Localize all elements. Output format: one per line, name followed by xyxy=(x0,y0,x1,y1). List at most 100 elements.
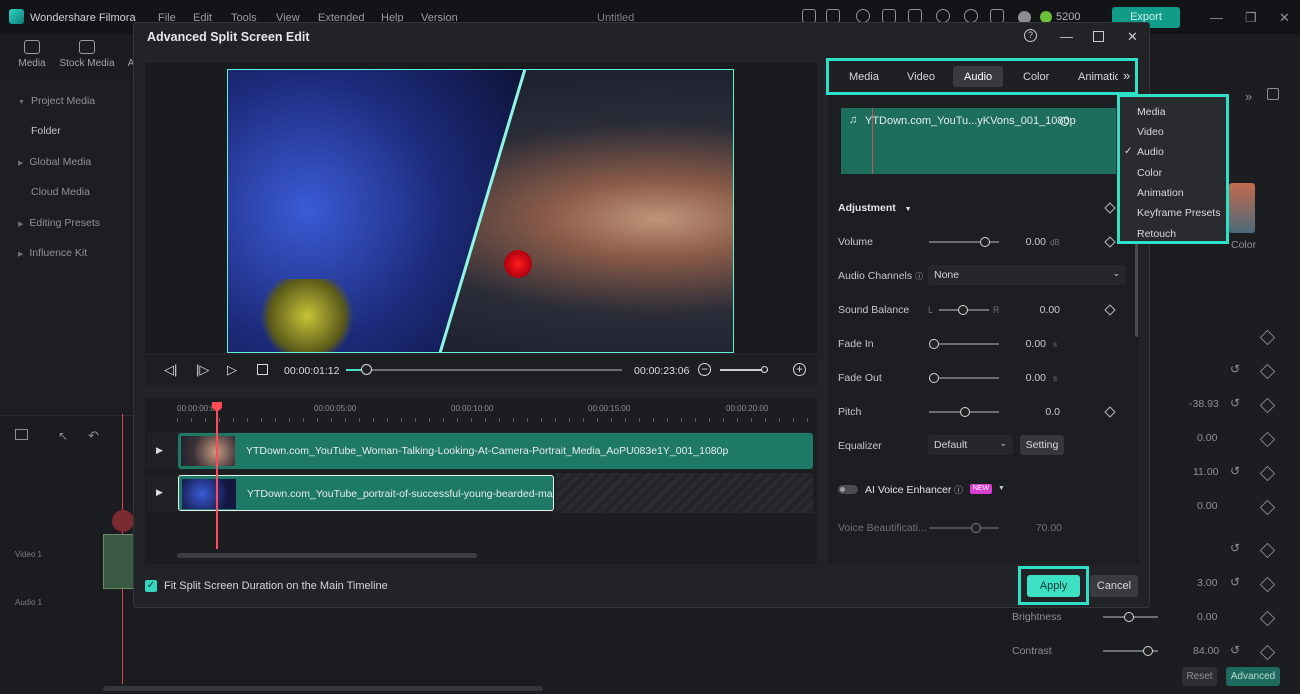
advanced-button[interactable]: Advanced xyxy=(1226,667,1280,686)
equalizer-setting-button[interactable]: Setting xyxy=(1020,435,1064,455)
fade-in-value[interactable]: 0.00 xyxy=(1006,338,1046,350)
track-2-play-icon[interactable]: ▶ xyxy=(156,487,163,498)
menu-item-media[interactable]: Media xyxy=(1137,106,1166,118)
reset-icon[interactable]: ↺ xyxy=(1230,643,1240,657)
fade-out-knob[interactable] xyxy=(929,373,939,383)
sidebar-item-editing-presets[interactable]: ▶ Editing Presets xyxy=(18,217,100,229)
fade-out-slider[interactable] xyxy=(929,377,999,379)
dialog-close-icon[interactable]: ✕ xyxy=(1127,29,1138,45)
sidebar-item-cloud-media[interactable]: Cloud Media xyxy=(31,186,90,198)
tab-animation[interactable]: Animatic xyxy=(1078,71,1118,83)
minimize-icon[interactable]: — xyxy=(1210,10,1223,25)
dialog-maximize-icon[interactable] xyxy=(1093,31,1104,42)
volume-value[interactable]: 0.00 xyxy=(1006,236,1046,248)
select-icon[interactable]: ↖ xyxy=(58,429,68,443)
sound-balance-knob[interactable] xyxy=(958,305,968,315)
monitor-icon[interactable] xyxy=(908,9,922,23)
tab-media[interactable]: Media xyxy=(849,71,879,83)
progress-track[interactable] xyxy=(346,369,622,371)
restore-icon[interactable]: ❐ xyxy=(1245,10,1257,26)
layout-icon[interactable] xyxy=(15,429,28,440)
tab-media[interactable]: Media xyxy=(7,40,57,69)
sidebar-item-folder[interactable]: Folder xyxy=(31,125,61,137)
fade-in-knob[interactable] xyxy=(929,339,939,349)
tab-color[interactable]: Color xyxy=(1023,71,1049,83)
more-tabs-icon[interactable]: » xyxy=(1123,68,1130,83)
menu-item-video[interactable]: Video xyxy=(1137,126,1164,138)
sound-balance-value[interactable]: 0.00 xyxy=(1020,304,1060,316)
progress-knob[interactable] xyxy=(361,364,372,375)
main-timeline-scrollbar[interactable] xyxy=(103,686,543,691)
brightness-label: Brightness xyxy=(1012,611,1062,623)
track-1-play-icon[interactable]: ▶ xyxy=(156,445,163,456)
save-preset-icon[interactable] xyxy=(1267,88,1279,100)
adjustment-header[interactable]: Adjustment ▼ xyxy=(838,202,912,214)
prev-frame-icon[interactable]: ◁| xyxy=(164,362,177,378)
clip-man[interactable]: YTDown.com_YouTube_portrait-of-successfu… xyxy=(178,475,554,511)
main-clip[interactable] xyxy=(103,534,135,589)
audio-handle[interactable] xyxy=(1060,117,1069,126)
timeline-scrollbar[interactable] xyxy=(177,553,477,558)
zoom-in-icon[interactable]: + xyxy=(793,363,806,376)
brightness-knob[interactable] xyxy=(1124,612,1134,622)
info-icon[interactable]: ⓘ xyxy=(954,483,963,496)
close-icon[interactable]: ✕ xyxy=(1279,10,1290,26)
dialog-minimize-icon[interactable]: — xyxy=(1060,29,1073,44)
pitch-knob[interactable] xyxy=(960,407,970,417)
split-divider[interactable] xyxy=(227,69,734,353)
chevron-down-icon[interactable]: ▼ xyxy=(998,485,1005,492)
pitch-value[interactable]: 0.0 xyxy=(1020,406,1060,418)
clip-thumbnail xyxy=(182,479,236,509)
reset-icon[interactable]: ↺ xyxy=(1230,541,1240,555)
zoom-knob[interactable] xyxy=(761,366,768,373)
fade-in-slider[interactable] xyxy=(929,343,999,345)
menu-item-animation[interactable]: Animation xyxy=(1137,187,1184,199)
stop-icon[interactable] xyxy=(257,364,268,375)
clock-icon[interactable] xyxy=(856,9,870,23)
zoom-out-icon[interactable]: − xyxy=(698,363,711,376)
voice-beautification-slider[interactable] xyxy=(929,527,999,529)
undo-icon[interactable]: ↶ xyxy=(88,428,99,444)
reset-icon[interactable]: ↺ xyxy=(1230,464,1240,478)
split-preview[interactable] xyxy=(227,69,734,353)
sidebar-label: Global Media xyxy=(29,156,92,168)
tab-audio[interactable]: Audio xyxy=(964,71,992,83)
fit-duration-checkbox[interactable]: ✓ xyxy=(145,580,157,592)
equalizer-select[interactable]: Default ⌄ xyxy=(928,435,1013,455)
save-icon[interactable] xyxy=(882,9,896,23)
menu-item-keyframe-presets[interactable]: Keyframe Presets xyxy=(1137,207,1220,219)
volume-knob[interactable] xyxy=(980,237,990,247)
gift-icon[interactable] xyxy=(802,9,816,23)
tab-stock-media[interactable]: Stock Media xyxy=(59,40,115,69)
color-thumbnail[interactable] xyxy=(1229,183,1255,233)
voice-beautification-knob[interactable] xyxy=(971,523,981,533)
play-icon[interactable]: ▷ xyxy=(227,362,237,378)
menu-item-retouch[interactable]: Retouch xyxy=(1137,228,1176,240)
apply-button[interactable]: Apply xyxy=(1027,575,1080,597)
tab-video[interactable]: Video xyxy=(907,71,935,83)
current-time: 00:00:01:12 xyxy=(284,365,340,377)
next-frame-icon[interactable]: |▷ xyxy=(196,362,209,378)
sidebar-item-influence-kit[interactable]: ▶ Influence Kit xyxy=(18,247,87,259)
cancel-button[interactable]: Cancel xyxy=(1090,575,1138,597)
menu-item-color[interactable]: Color xyxy=(1137,167,1162,179)
audio-channels-select[interactable]: None ⌄ xyxy=(928,265,1126,285)
download-icon[interactable] xyxy=(936,9,950,23)
fade-out-value[interactable]: 0.00 xyxy=(1006,372,1046,384)
sidebar-item-project-media[interactable]: ▼ Project Media xyxy=(18,95,95,107)
reset-icon[interactable]: ↺ xyxy=(1230,396,1240,410)
grid-icon[interactable] xyxy=(990,9,1004,23)
fade-out-unit: s xyxy=(1053,374,1057,383)
reset-button[interactable]: Reset xyxy=(1182,667,1217,686)
send-icon[interactable] xyxy=(826,9,840,23)
clip-woman[interactable]: YTDown.com_YouTube_Woman-Talking-Looking… xyxy=(178,433,813,469)
menu-item-audio[interactable]: Audio xyxy=(1137,146,1164,158)
reset-icon[interactable]: ↺ xyxy=(1230,575,1240,589)
playhead[interactable] xyxy=(216,402,218,549)
more-icon[interactable]: » xyxy=(1245,89,1252,104)
help-icon[interactable]: ? xyxy=(1024,29,1037,42)
reset-icon[interactable]: ↺ xyxy=(1230,362,1240,376)
headset-icon[interactable] xyxy=(964,9,978,23)
sidebar-item-global-media[interactable]: ▶ Global Media xyxy=(18,156,91,168)
contrast-knob[interactable] xyxy=(1143,646,1153,656)
